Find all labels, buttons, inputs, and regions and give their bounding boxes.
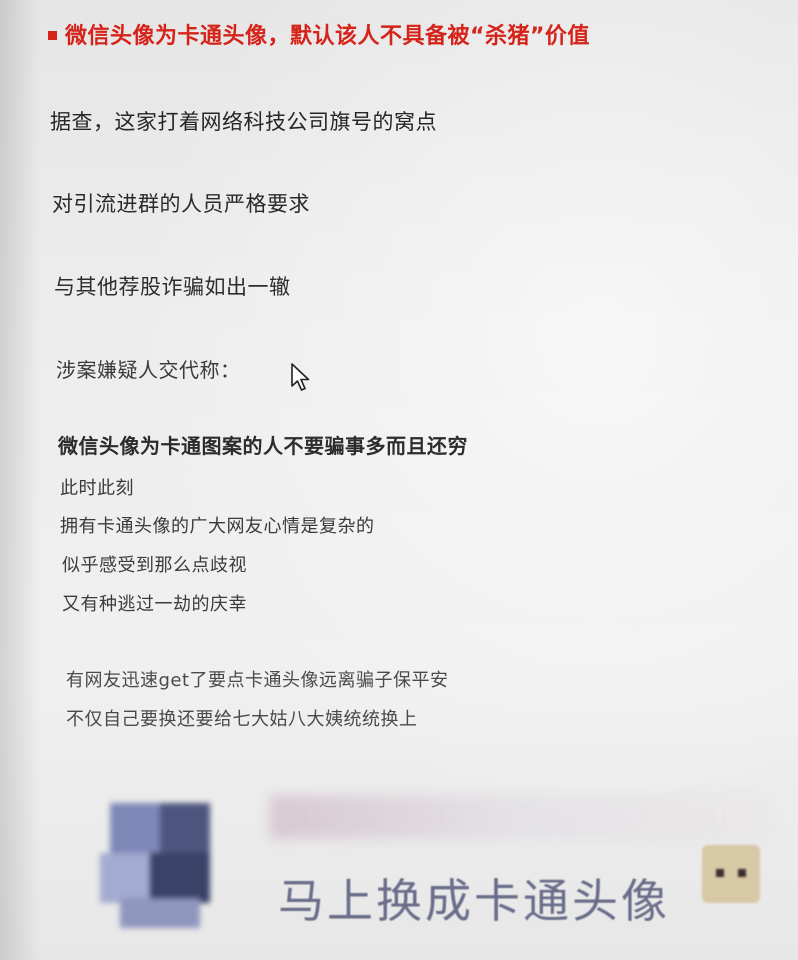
banner-top-bar bbox=[270, 795, 770, 839]
text-line-4: 又有种逃过一劫的庆幸 bbox=[62, 594, 247, 615]
text-line-3: 似乎感受到那么点歧视 bbox=[62, 555, 247, 576]
text-line-1: 此时此刻 bbox=[60, 478, 134, 499]
paragraph-1: 据查，这家打着网络科技公司旗号的窝点 bbox=[50, 110, 437, 134]
text-line-6: 不仅自己要换还要给七大姑八大姨统统换上 bbox=[66, 709, 418, 730]
face-eye-left bbox=[716, 869, 724, 877]
face-eye-right bbox=[738, 869, 746, 877]
mouse-pointer-icon bbox=[291, 363, 310, 391]
cartoon-face-icon bbox=[702, 845, 760, 903]
paragraph-4: 涉案嫌疑人交代称： bbox=[56, 358, 241, 382]
square-bullet-icon bbox=[48, 30, 57, 40]
banner-text: 马上换成卡通头像 bbox=[278, 874, 670, 928]
text-line-2: 拥有卡通头像的广大网友心情是复杂的 bbox=[60, 516, 375, 537]
text-line-5: 有网友迅速get了要点卡通头像远离骗子保平安 bbox=[66, 670, 449, 691]
paragraph-3: 与其他荐股诈骗如出一辙 bbox=[54, 275, 291, 299]
article-content: 微信头像为卡通头像，默认该人不具备被“杀猪”价值 据查，这家打着网络科技公司旗号… bbox=[0, 0, 798, 960]
pixelated-avatar bbox=[90, 793, 230, 933]
article-headline: 微信头像为卡通头像，默认该人不具备被“杀猪”价值 bbox=[48, 18, 590, 50]
quote-bold: 微信头像为卡通图案的人不要骗事多而且还穷 bbox=[58, 434, 468, 458]
blurred-banner-image: 马上换成卡通头像 bbox=[80, 785, 780, 955]
headline-text: 微信头像为卡通头像，默认该人不具备被“杀猪”价值 bbox=[65, 24, 590, 49]
paragraph-2: 对引流进群的人员严格要求 bbox=[52, 192, 310, 216]
